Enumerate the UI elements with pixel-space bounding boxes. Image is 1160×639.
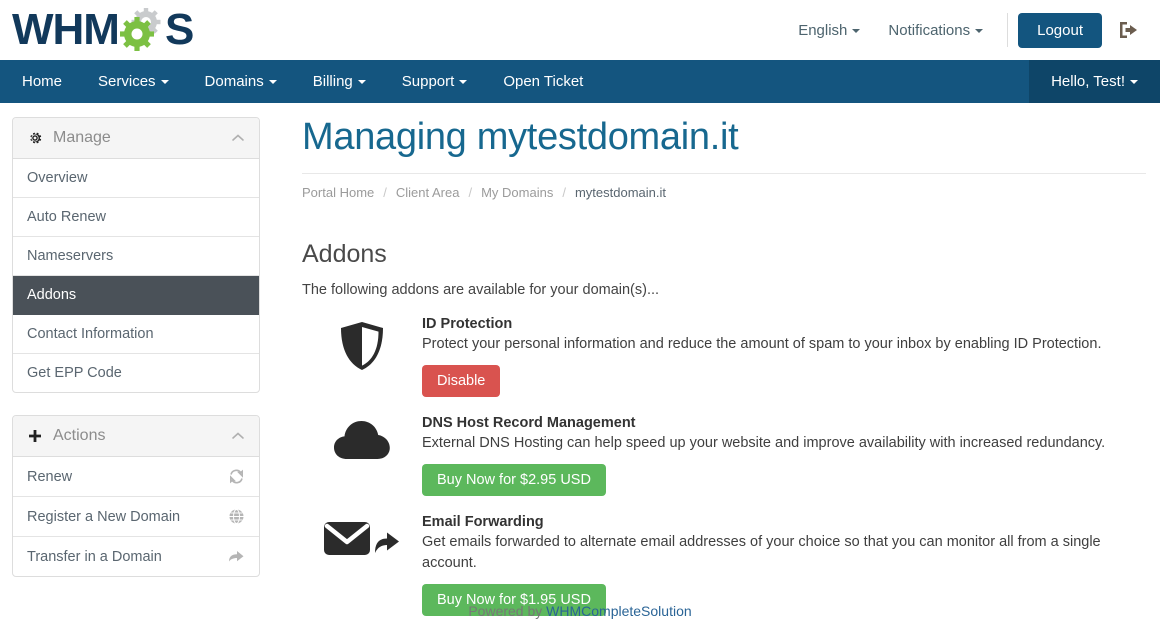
breadcrumb-item-my-domains[interactable]: My Domains (481, 185, 553, 200)
chevron-down-icon (852, 29, 860, 33)
addon-action-button[interactable]: Buy Now for $2.95 USD (422, 464, 606, 496)
chevron-down-icon (459, 80, 467, 84)
globe-icon (228, 508, 245, 525)
page-body: Manage Overview Auto Renew Nameservers A… (0, 103, 1160, 599)
sidebar-item-auto-renew[interactable]: Auto Renew (13, 198, 259, 237)
logout-button[interactable]: Logout (1018, 13, 1102, 48)
logo-text-whm: WHM (12, 8, 119, 52)
footer-whmcs-link[interactable]: WHMCompleteSolution (546, 603, 692, 619)
nav-item-services[interactable]: Services (80, 60, 187, 103)
chevron-down-icon (358, 80, 366, 84)
breadcrumb: Portal Home / Client Area / My Domains /… (302, 173, 1146, 200)
addon-body: DNS Host Record Management External DNS … (422, 415, 1146, 496)
language-selector[interactable]: English (784, 22, 874, 39)
refresh-icon (228, 468, 245, 485)
sidebar-item-contact-information[interactable]: Contact Information (13, 315, 259, 354)
addon-description: External DNS Hosting can help speed up y… (422, 433, 1122, 454)
sidebar-item-transfer-in-domain[interactable]: Transfer in a Domain (13, 537, 259, 576)
chevron-down-icon (1130, 80, 1138, 84)
sidebar-panel-manage-title: Manage (53, 129, 231, 147)
sidebar-item-addons[interactable]: Addons (13, 276, 259, 315)
logo-text-s: S (165, 8, 193, 52)
nav-item-home[interactable]: Home (0, 60, 80, 103)
user-menu[interactable]: Hello, Test! (1029, 60, 1160, 103)
notifications-menu[interactable]: Notifications (874, 22, 997, 39)
top-header: WHM (0, 0, 1160, 60)
addon-row: ID Protection Protect your personal info… (302, 316, 1146, 397)
sidebar: Manage Overview Auto Renew Nameservers A… (0, 103, 270, 599)
addon-body: Email Forwarding Get emails forwarded to… (422, 514, 1146, 616)
envelope-forward-icon (302, 514, 422, 562)
breadcrumb-item-client-area[interactable]: Client Area (396, 185, 460, 200)
chevron-down-icon (269, 80, 277, 84)
header-utility-nav: English Notifications Logout (784, 13, 1160, 48)
whmcs-logo[interactable]: WHM (12, 7, 193, 53)
chevron-up-icon[interactable] (231, 429, 245, 443)
cloud-icon (302, 415, 422, 463)
breadcrumb-separator: / (468, 185, 472, 200)
addon-name: Email Forwarding (422, 514, 1146, 530)
nav-item-billing[interactable]: Billing (295, 60, 384, 103)
sidebar-item-nameservers[interactable]: Nameservers (13, 237, 259, 276)
nav-item-open-ticket[interactable]: Open Ticket (485, 60, 601, 103)
sign-out-icon[interactable] (1116, 17, 1142, 43)
addon-row: Email Forwarding Get emails forwarded to… (302, 514, 1146, 616)
addon-name: DNS Host Record Management (422, 415, 1146, 431)
sidebar-panel-actions: Actions Renew Register a New Domain (12, 415, 260, 577)
chevron-down-icon (161, 80, 169, 84)
sidebar-panel-actions-header[interactable]: Actions (13, 416, 259, 457)
addon-body: ID Protection Protect your personal info… (422, 316, 1146, 397)
nav-item-domains[interactable]: Domains (187, 60, 295, 103)
shield-icon (302, 316, 422, 372)
sidebar-panel-manage-header[interactable]: Manage (13, 118, 259, 159)
share-arrow-icon (227, 548, 245, 565)
addon-action-button[interactable]: Disable (422, 365, 500, 397)
breadcrumb-item-portal-home[interactable]: Portal Home (302, 185, 374, 200)
addons-section-title: Addons (302, 240, 1146, 269)
sidebar-panel-manage: Manage Overview Auto Renew Nameservers A… (12, 117, 260, 393)
breadcrumb-item-current: mytestdomain.it (575, 185, 666, 200)
addons-section-subtitle: The following addons are available for y… (302, 282, 1146, 298)
breadcrumb-separator: / (562, 185, 566, 200)
chevron-up-icon[interactable] (231, 131, 245, 145)
nav-right-group: Hello, Test! (1029, 60, 1160, 103)
header-divider (1007, 13, 1008, 47)
sidebar-item-renew[interactable]: Renew (13, 457, 259, 497)
main-navigation: Home Services Domains Billing Support Op… (0, 60, 1160, 103)
logo-gear-icon (119, 8, 165, 52)
nav-item-support[interactable]: Support (384, 60, 486, 103)
addon-name: ID Protection (422, 316, 1146, 332)
addon-row: DNS Host Record Management External DNS … (302, 415, 1146, 496)
sidebar-panel-actions-title: Actions (53, 427, 231, 445)
addon-description: Protect your personal information and re… (422, 334, 1122, 355)
sidebar-item-get-epp-code[interactable]: Get EPP Code (13, 354, 259, 392)
sidebar-item-overview[interactable]: Overview (13, 159, 259, 198)
addon-description: Get emails forwarded to alternate email … (422, 532, 1122, 574)
chevron-down-icon (975, 29, 983, 33)
breadcrumb-separator: / (383, 185, 387, 200)
gear-icon (27, 130, 43, 146)
main-content: Managing mytestdomain.it Portal Home / C… (270, 103, 1160, 599)
page-title: Managing mytestdomain.it (302, 117, 1146, 159)
sidebar-item-register-new-domain[interactable]: Register a New Domain (13, 497, 259, 537)
plus-icon (27, 428, 43, 444)
footer-powered-by-text: Powered by (468, 603, 546, 619)
